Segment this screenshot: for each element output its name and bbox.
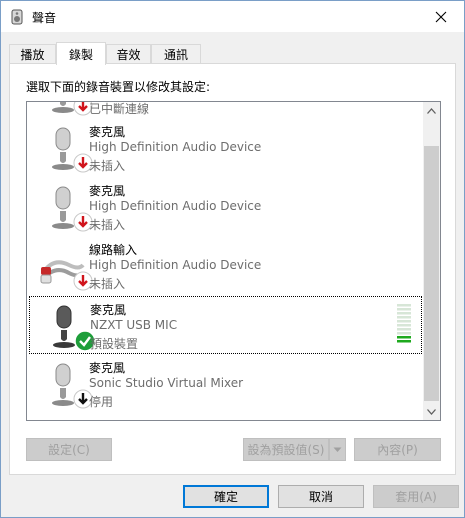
tab-recording[interactable]: 錄製 [56, 42, 106, 65]
level-bar [397, 316, 411, 319]
scroll-up-button[interactable] [423, 102, 440, 119]
ok-button[interactable]: 確定 [183, 485, 269, 508]
level-bar [397, 308, 411, 311]
close-icon [435, 11, 447, 22]
tab-playback[interactable]: 播放 [9, 44, 56, 64]
level-meter [397, 304, 411, 343]
device-name: 麥克風 [89, 184, 126, 198]
device-name: 麥克風 [89, 361, 126, 375]
chevron-up-icon [427, 107, 436, 114]
properties-button[interactable]: 內容(P) [354, 438, 441, 461]
device-status: 未插入 [89, 218, 126, 232]
apply-button[interactable]: 套用(A) [373, 485, 459, 508]
level-bar [397, 324, 411, 327]
device-name: 麥克風 [90, 303, 127, 317]
list-item[interactable]: 麥克風 High Definition Audio Device 未插入 [27, 119, 424, 177]
device-description: High Definition Audio Device [89, 199, 262, 213]
instructions-label: 選取下面的錄音裝置以修改其設定: [26, 80, 211, 94]
level-bar [397, 328, 411, 331]
level-bar [397, 320, 411, 323]
list-scrollbar[interactable] [423, 102, 440, 420]
device-description: Sonic Studio Virtual Mixer [89, 376, 244, 390]
list-item-selected[interactable]: 麥克風 NZXT USB MIC 預設裝置 [29, 296, 422, 354]
device-status: 預設裝置 [90, 337, 139, 351]
cancel-button[interactable]: 取消 [278, 485, 364, 508]
level-bar [397, 336, 411, 339]
close-button[interactable] [418, 1, 464, 32]
device-status: 未插入 [89, 159, 126, 173]
set-default-button[interactable]: 設為預設值(S) [243, 438, 329, 461]
sound-dialog: 聲音 播放 錄製 音效 通訊 選取下面的錄音裝置以修改其設定: 已中斷連線 麥克… [0, 0, 465, 518]
scroll-thumb[interactable] [424, 146, 439, 401]
set-default-dropdown[interactable] [329, 438, 346, 461]
device-name: 線路輸入 [89, 243, 138, 257]
window-title: 聲音 [32, 11, 57, 25]
device-list[interactable]: 已中斷連線 麥克風 High Definition Audio Device 未… [26, 101, 441, 421]
device-status: 未插入 [89, 277, 126, 291]
recording-panel: 選取下面的錄音裝置以修改其設定: 已中斷連線 麥克風 High Definiti… [9, 63, 456, 475]
list-item[interactable]: 麥克風 Sonic Studio Virtual Mixer 停用 [27, 355, 424, 413]
level-bar [397, 304, 411, 307]
device-status: 停用 [89, 395, 114, 409]
device-description: High Definition Audio Device [89, 140, 262, 154]
tab-sounds[interactable]: 音效 [106, 44, 151, 64]
tab-communications[interactable]: 通訊 [151, 44, 201, 64]
level-bar [397, 332, 411, 335]
device-description: High Definition Audio Device [89, 258, 262, 272]
device-name: 麥克風 [89, 125, 126, 139]
list-item[interactable]: 線路輸入 High Definition Audio Device 未插入 [27, 237, 424, 295]
chevron-down-icon [427, 408, 436, 415]
speaker-icon [11, 9, 23, 25]
device-description: NZXT USB MIC [90, 318, 178, 332]
device-status: 已中斷連線 [89, 102, 150, 116]
list-item[interactable]: 麥克風 High Definition Audio Device 未插入 [27, 178, 424, 236]
configure-button[interactable]: 設定(C) [26, 438, 112, 461]
level-bar [397, 340, 411, 343]
chevron-down-icon [333, 447, 342, 452]
list-item[interactable]: 已中斷連線 [27, 102, 424, 120]
scroll-down-button[interactable] [423, 403, 440, 420]
title-bar: 聲音 [1, 1, 464, 32]
level-bar [397, 312, 411, 315]
